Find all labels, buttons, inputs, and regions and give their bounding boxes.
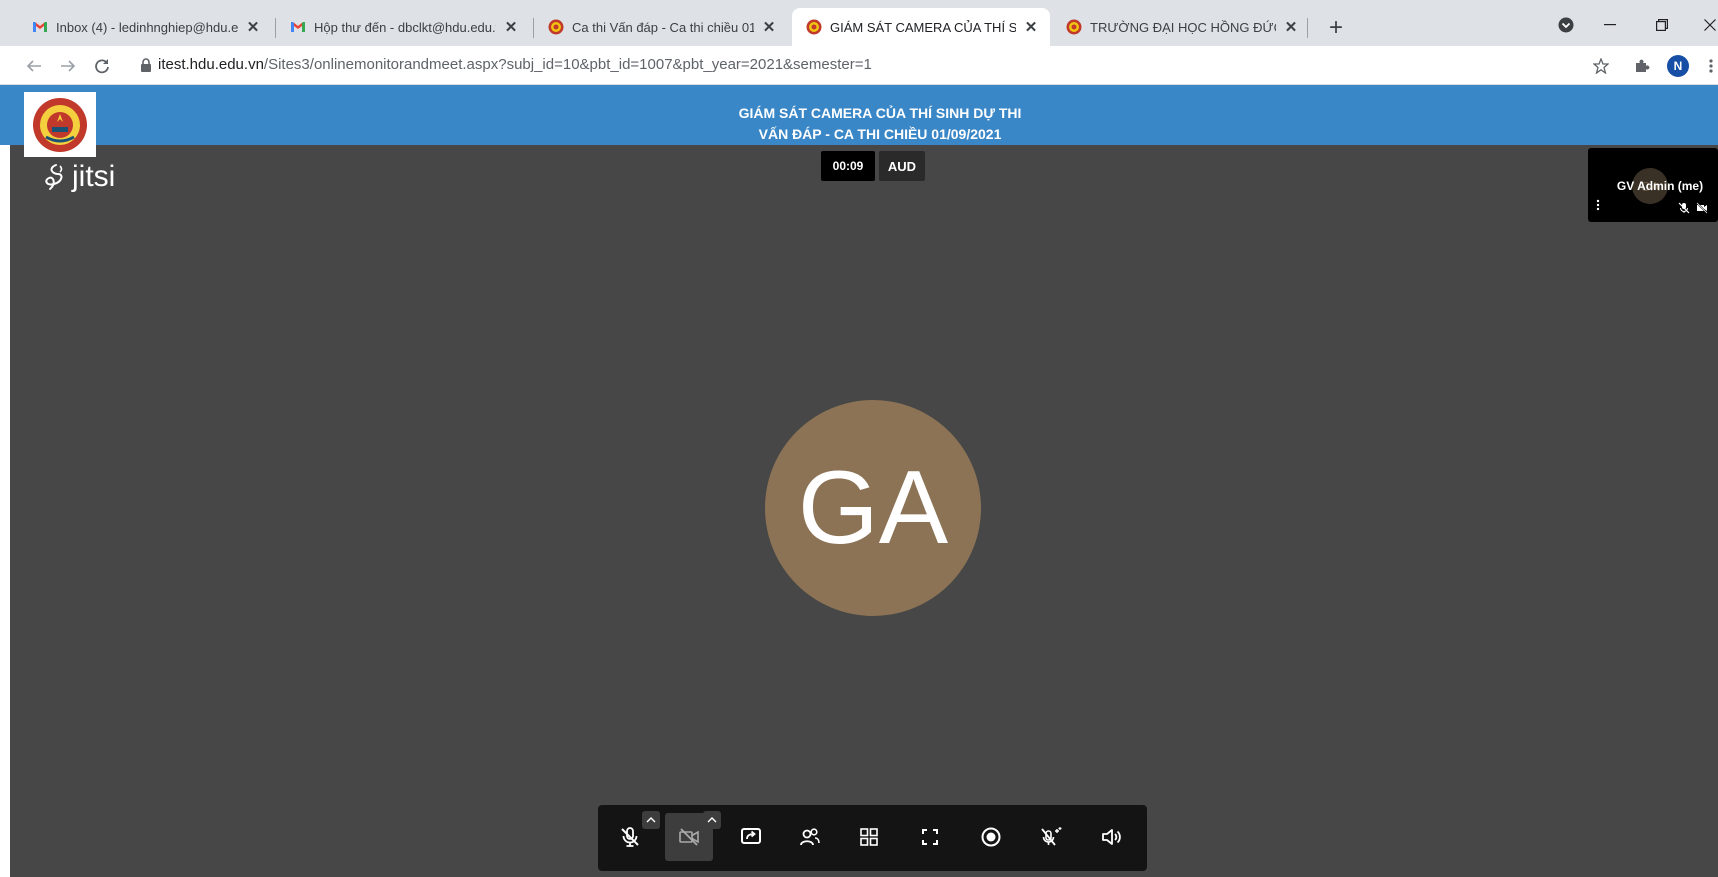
- close-tab-icon[interactable]: ✕: [244, 18, 262, 36]
- tab-title: Inbox (4) - ledinhnghiep@hdu.ed: [56, 19, 238, 35]
- tab-inbox-gmail[interactable]: Inbox (4) - ledinhnghiep@hdu.ed ✕: [18, 8, 272, 46]
- browser-toolbar: itest.hdu.edu.vn/Sites3/onlinemonitorand…: [0, 46, 1718, 85]
- tab-title: Ca thi Vấn đáp - Ca thi chiều 01/: [572, 19, 754, 35]
- address-bar[interactable]: itest.hdu.edu.vn/Sites3/onlinemonitorand…: [158, 56, 872, 73]
- back-button[interactable]: [22, 54, 46, 78]
- tab-title: GIÁM SÁT CAMERA CỦA THÍ SIN: [830, 19, 1016, 35]
- arrow-right-icon: [61, 60, 76, 72]
- lock-icon[interactable]: [140, 58, 152, 72]
- fullscreen-icon: [922, 829, 938, 845]
- meeting-toolbox: [598, 805, 1147, 871]
- profile-avatar[interactable]: N: [1667, 55, 1689, 77]
- main-participant-avatar: GA: [765, 400, 981, 616]
- share-screen-button[interactable]: [727, 813, 775, 861]
- tab-title: TRƯỜNG ĐẠI HỌC HỒNG ĐỨC: [1090, 19, 1276, 35]
- page-title-line1: GIÁM SÁT CAMERA CỦA THÍ SINH DỰ THI: [738, 105, 1022, 121]
- page-title: GIÁM SÁT CAMERA CỦA THÍ SINH DỰ THI VẤN …: [620, 103, 1140, 145]
- puzzle-icon: [1636, 59, 1650, 72]
- participant-name: GV Admin (me): [1616, 179, 1704, 193]
- camera-off-icon: [679, 828, 699, 846]
- mic-muted-icon: [1678, 202, 1690, 214]
- chrome-menu-button[interactable]: [1704, 54, 1718, 78]
- close-tab-icon[interactable]: ✕: [1022, 18, 1040, 36]
- close-tab-icon[interactable]: ✕: [1282, 18, 1300, 36]
- close-tab-icon[interactable]: ✕: [502, 18, 520, 36]
- record-button[interactable]: [967, 813, 1015, 861]
- tile-view-button[interactable]: [845, 813, 893, 861]
- hdu-logo-icon: [1066, 19, 1082, 35]
- extensions-button[interactable]: [1630, 54, 1654, 78]
- participants-button[interactable]: [786, 813, 834, 861]
- hdu-logo-icon: [33, 97, 87, 152]
- new-tab-button[interactable]: +: [1322, 14, 1350, 42]
- camera-options-button[interactable]: [703, 811, 721, 829]
- mute-everyone-button[interactable]: [1027, 813, 1075, 861]
- tile-view-icon: [860, 828, 878, 846]
- gmail-icon: [290, 19, 306, 35]
- arrow-left-icon: [26, 60, 41, 72]
- audio-only-label: AUD: [879, 151, 925, 181]
- participants-icon: [800, 828, 820, 846]
- local-video-thumbnail[interactable]: GA GV Admin (me): [1588, 148, 1718, 222]
- microphone-options-button[interactable]: [642, 811, 660, 829]
- tab-giam-sat-camera[interactable]: GIÁM SÁT CAMERA CỦA THÍ SIN ✕: [792, 8, 1050, 46]
- hdu-logo-icon: [806, 19, 822, 35]
- reload-button[interactable]: [90, 54, 114, 78]
- tab-hop-thu-den[interactable]: Hộp thư đến - dbclkt@hdu.edu.v ✕: [276, 8, 530, 46]
- page-title-line2: VẤN ĐÁP - CA THI CHIỀU 01/09/2021: [758, 126, 1002, 142]
- restore-button[interactable]: [1642, 10, 1682, 40]
- tab-search-button[interactable]: [1546, 10, 1586, 40]
- chevron-up-icon: [707, 817, 717, 823]
- url-path: /Sites3/onlinemonitorandmeet.aspx?subj_i…: [263, 56, 872, 73]
- close-icon: [1704, 19, 1716, 31]
- fullscreen-button[interactable]: [906, 813, 954, 861]
- meeting-timer: 00:09: [821, 151, 875, 181]
- minimize-button[interactable]: [1590, 10, 1630, 40]
- camera-off-icon: [1696, 202, 1708, 214]
- hdu-logo-icon: [548, 19, 564, 35]
- tab-title: Hộp thư đến - dbclkt@hdu.edu.v: [314, 19, 496, 35]
- jitsi-wordmark: jitsi: [72, 160, 116, 193]
- share-screen-icon: [741, 828, 761, 844]
- gmail-icon: [32, 19, 48, 35]
- record-icon: [981, 827, 1001, 847]
- volume-icon: [1102, 829, 1121, 845]
- browser-tab-strip: Inbox (4) - ledinhnghiep@hdu.ed ✕ Hộp th…: [0, 0, 1718, 46]
- restore-icon: [1656, 19, 1668, 31]
- reload-icon: [95, 59, 109, 74]
- url-host: itest.hdu.edu.vn: [158, 56, 264, 73]
- forward-button[interactable]: [56, 54, 80, 78]
- volume-button[interactable]: [1087, 813, 1135, 861]
- kebab-menu-icon: [1709, 59, 1713, 73]
- close-tab-icon[interactable]: ✕: [760, 18, 778, 36]
- bookmark-star-button[interactable]: [1589, 54, 1613, 78]
- chevron-down-circle-icon: [1558, 17, 1574, 33]
- star-icon: [1593, 58, 1609, 74]
- mute-everyone-icon: [1041, 827, 1062, 846]
- tab-ca-thi-van-dap[interactable]: Ca thi Vấn đáp - Ca thi chiều 01/ ✕: [534, 8, 788, 46]
- participant-menu-icon[interactable]: [1596, 198, 1600, 212]
- hdu-logo[interactable]: [24, 92, 96, 157]
- jitsi-logo-icon: [45, 164, 63, 190]
- chevron-up-icon: [646, 817, 656, 823]
- mic-muted-icon: [621, 827, 639, 847]
- close-window-button[interactable]: [1690, 10, 1718, 40]
- jitsi-watermark[interactable]: jitsi: [40, 160, 115, 194]
- participant-status-icons: [1678, 202, 1708, 214]
- minimize-icon: [1604, 24, 1616, 26]
- tab-truong-dai-hoc[interactable]: TRƯỜNG ĐẠI HỌC HỒNG ĐỨC ✕: [1052, 8, 1310, 46]
- tab-separator: [1307, 18, 1308, 38]
